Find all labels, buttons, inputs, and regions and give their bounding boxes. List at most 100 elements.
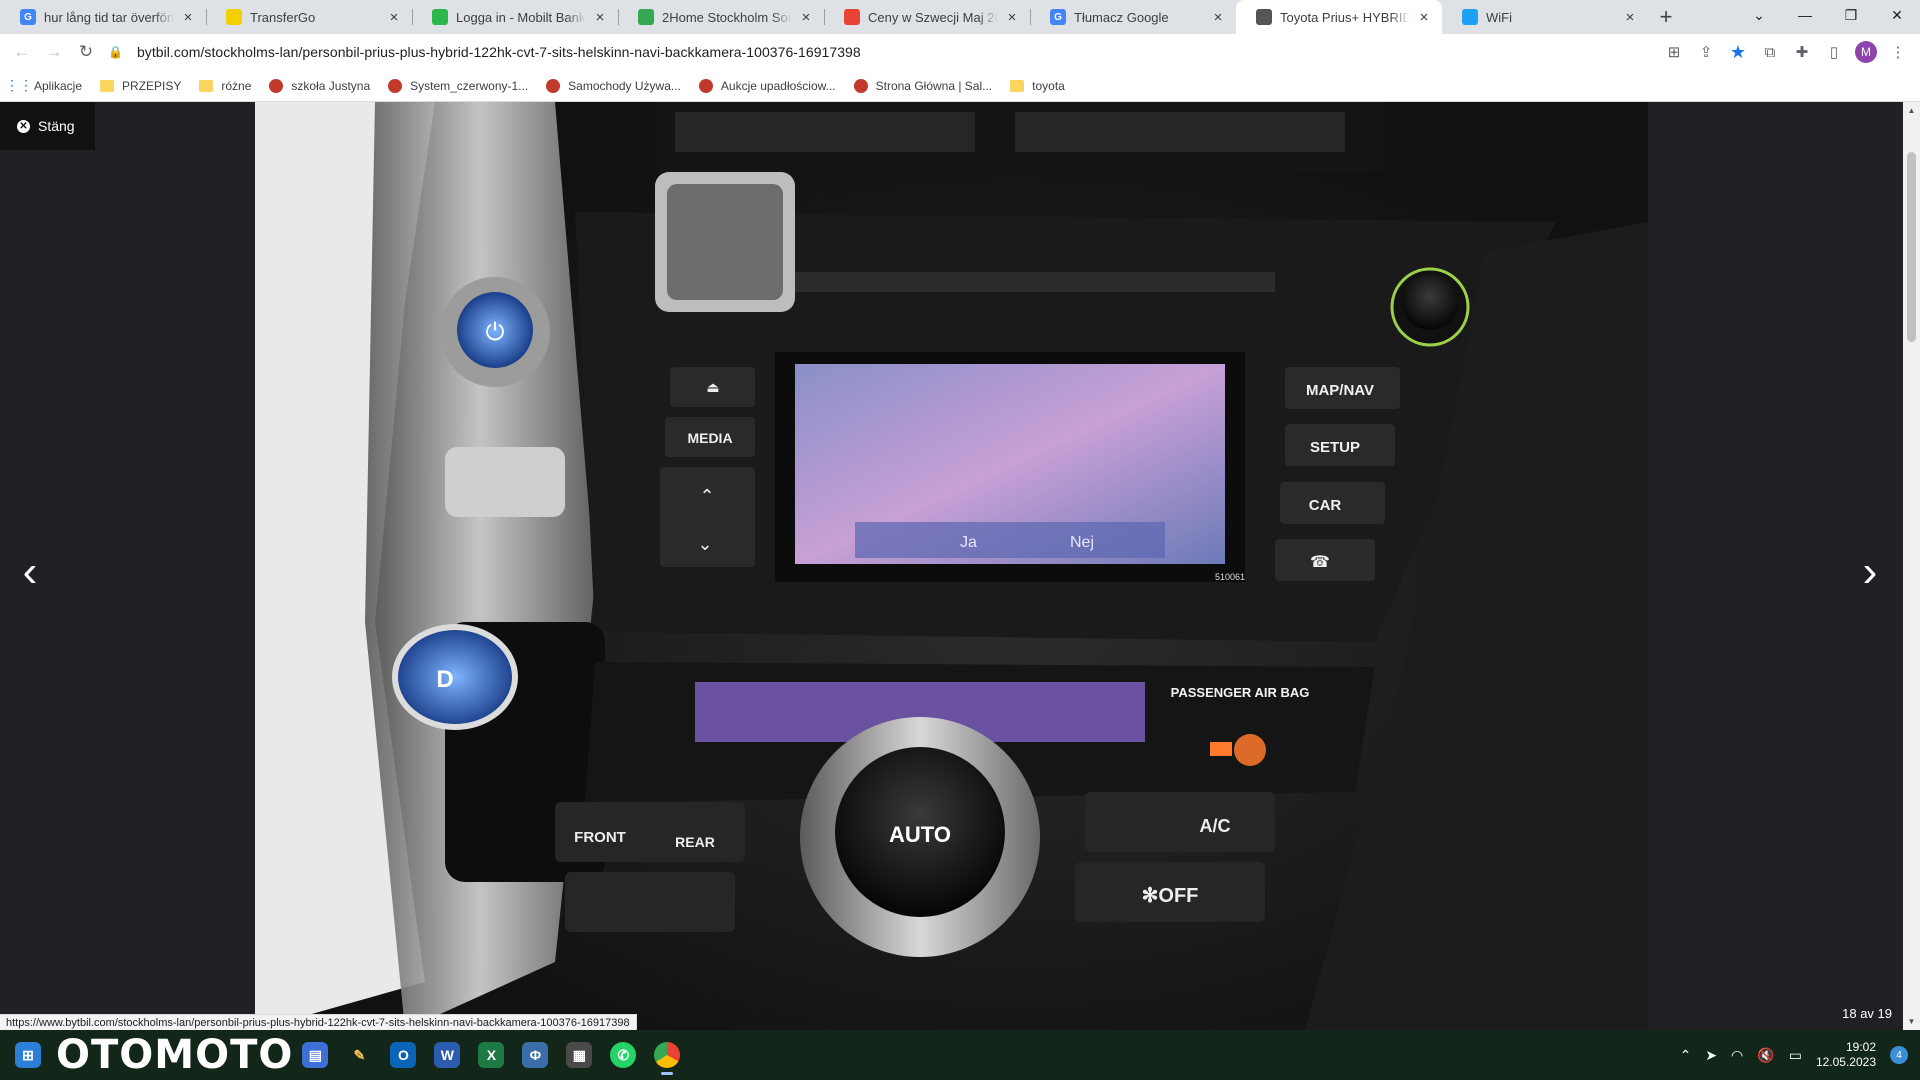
minimize-button[interactable]: — <box>1782 0 1828 30</box>
menu-icon[interactable]: ⋮ <box>1884 36 1912 68</box>
tab-title: TransferGo <box>250 9 316 25</box>
image-counter: 18 av 19 <box>1842 1006 1892 1021</box>
taskbar-app-pen[interactable]: ✎ <box>337 1033 381 1077</box>
tab-close-icon[interactable]: × <box>1622 9 1638 26</box>
bookmark-item[interactable]: Samochody Używa... <box>546 78 681 93</box>
chrome-icon <box>654 1042 681 1068</box>
apps-grid-icon: ⋮⋮ <box>5 77 33 93</box>
tab-close-icon[interactable]: × <box>1004 9 1020 26</box>
bytbil-icon <box>1256 9 1272 25</box>
bookmark-item[interactable]: Strona Główna | Sal... <box>853 78 993 93</box>
previous-image-arrow-icon[interactable]: ‹ <box>10 542 50 602</box>
clock[interactable]: 19:02 12.05.2023 <box>1816 1040 1876 1070</box>
browser-tab[interactable]: Ceny w Szwecji Maj 2023 cer × <box>824 0 1030 34</box>
avatar: M <box>1855 41 1877 63</box>
media-label: MEDIA <box>687 430 732 446</box>
bookmark-label: Strona Główna | Sal... <box>875 78 993 93</box>
extension-icon[interactable]: ⧉ <box>1756 36 1784 68</box>
next-image-arrow-icon[interactable]: › <box>1850 542 1890 602</box>
notification-badge[interactable]: 4 <box>1890 1046 1908 1064</box>
browser-tab[interactable]: WiFi × <box>1442 0 1648 34</box>
bookmark-star-icon[interactable]: ★ <box>1724 36 1752 68</box>
svg-text:⏏: ⏏ <box>706 379 719 395</box>
tab-close-icon[interactable]: × <box>180 9 196 26</box>
browser-tab[interactable]: G Tłumacz Google × <box>1030 0 1236 34</box>
tab-title: 2Home Stockholm South - Go <box>662 9 792 25</box>
taskbar-app-chrome[interactable] <box>645 1033 689 1077</box>
phi-app-icon: Φ <box>522 1042 549 1068</box>
new-tab-button[interactable]: + <box>1648 0 1684 34</box>
restore-button[interactable]: ❐ <box>1828 0 1874 30</box>
close-icon: ✕ <box>17 119 30 133</box>
tab-close-icon[interactable]: × <box>386 9 402 26</box>
taskbar-app-outlook[interactable]: O <box>381 1033 425 1077</box>
screen-yes-label: Ja <box>960 534 977 551</box>
calculator-icon: ▦ <box>566 1042 593 1068</box>
side-panel-icon[interactable]: ▯ <box>1820 36 1848 68</box>
front-defrost-label: FRONT <box>574 829 626 846</box>
system-tray: ⌃ ➤ ◠ 🔇 ▭ 19:02 12.05.2023 4 <box>1680 1030 1908 1080</box>
svg-text:⌃: ⌃ <box>699 486 714 506</box>
browser-tab[interactable]: 2Home Stockholm South - Go × <box>618 0 824 34</box>
car-photo[interactable]: Ja Nej 510061 ⏏ MEDIA ⌃ ⌄ MAP/NAV SETUP … <box>255 102 1648 1030</box>
bookmark-item[interactable]: ⋮⋮ Aplikacje <box>5 77 83 93</box>
taskbar-app-phi[interactable]: Φ <box>513 1033 557 1077</box>
transfergo-icon <box>226 9 242 25</box>
browser-tab[interactable]: Toyota Prius+ HYBRID 122HK × <box>1236 0 1442 34</box>
reload-icon[interactable]: ↻ <box>70 36 102 68</box>
notes-icon: ▤ <box>302 1042 329 1068</box>
browser-tab[interactable]: Ghur lång tid tar överföringen × <box>0 0 206 34</box>
taskbar-app-word[interactable]: W <box>425 1033 469 1077</box>
ac-label: A/C <box>1200 816 1231 836</box>
wifi-icon[interactable]: ◠ <box>1731 1047 1743 1064</box>
bookmark-item[interactable]: szkoła Justyna <box>269 78 370 93</box>
browser-toolbar: ← → ↻ 🔒 bytbil.com/stockholms-lan/person… <box>0 34 1920 70</box>
translate-page-icon[interactable]: ⊞ <box>1660 36 1688 68</box>
bookmark-item[interactable]: toyota <box>1010 79 1065 93</box>
taskbar-app-whatsapp[interactable]: ✆ <box>601 1033 645 1077</box>
volume-muted-icon[interactable]: 🔇 <box>1757 1047 1774 1064</box>
tab-close-icon[interactable]: × <box>1416 9 1432 26</box>
bookmark-item[interactable]: PRZEPISY <box>100 79 181 93</box>
back-icon[interactable]: ← <box>6 36 38 68</box>
page-scrollbar[interactable]: ▲ ▼ <box>1903 102 1920 1030</box>
forward-icon[interactable]: → <box>38 36 70 68</box>
folder-icon <box>1010 79 1025 92</box>
url-text[interactable]: bytbil.com/stockholms-lan/personbil-priu… <box>137 44 861 60</box>
battery-icon[interactable]: ▭ <box>1789 1047 1802 1064</box>
google-icon: G <box>20 9 36 25</box>
whatsapp-icon: ✆ <box>610 1042 637 1068</box>
bookmark-item[interactable]: różne <box>199 79 251 93</box>
auto-dial-label: AUTO <box>889 822 951 847</box>
scroll-up-icon[interactable]: ▲ <box>1903 102 1920 119</box>
address-bar[interactable]: 🔒 bytbil.com/stockholms-lan/personbil-pr… <box>108 37 1708 67</box>
scrollbar-thumb[interactable] <box>1907 152 1916 342</box>
tab-close-icon[interactable]: × <box>798 9 814 26</box>
scroll-down-icon[interactable]: ▼ <box>1903 1013 1920 1030</box>
location-icon[interactable]: ➤ <box>1705 1047 1717 1064</box>
profile-button[interactable]: M <box>1852 36 1880 68</box>
browser-tab[interactable]: TransferGo × <box>206 0 412 34</box>
start-button[interactable]: ⊞ <box>6 1033 50 1077</box>
lock-icon[interactable]: 🔒 <box>108 45 123 59</box>
tab-search-icon[interactable]: ⌄ <box>1736 0 1782 30</box>
bookmark-label: Aplikacje <box>34 78 83 93</box>
site-icon <box>269 78 284 93</box>
tray-chevron-icon[interactable]: ⌃ <box>1680 1047 1692 1064</box>
tab-close-icon[interactable]: × <box>1210 9 1226 26</box>
puzzle-icon[interactable]: ✚ <box>1788 36 1816 68</box>
taskbar-app-calculator[interactable]: ▦ <box>557 1033 601 1077</box>
bookmark-item[interactable]: System_czerwony-1... <box>388 78 528 93</box>
tab-title: Logga in - Mobilt BankID | Sv <box>456 9 586 25</box>
bookmarks-bar: ⋮⋮ Aplikacje PRZEPISY różne szkoła Justyna Sy… <box>0 70 1920 102</box>
close-gallery-button[interactable]: ✕ Stäng <box>0 102 95 150</box>
browser-tab[interactable]: Logga in - Mobilt BankID | Sv × <box>412 0 618 34</box>
tab-close-icon[interactable]: × <box>592 9 608 26</box>
bookmark-item[interactable]: Aukcje upadłościow... <box>698 78 836 93</box>
translate-icon: G <box>1050 9 1066 25</box>
share-icon[interactable]: ⇪ <box>1692 36 1720 68</box>
taskbar-app-excel[interactable]: X <box>469 1033 513 1077</box>
taskbar-app-notes[interactable]: ▤ <box>293 1033 337 1077</box>
close-window-button[interactable]: ✕ <box>1874 0 1920 30</box>
tab-title: Tłumacz Google <box>1074 9 1169 25</box>
